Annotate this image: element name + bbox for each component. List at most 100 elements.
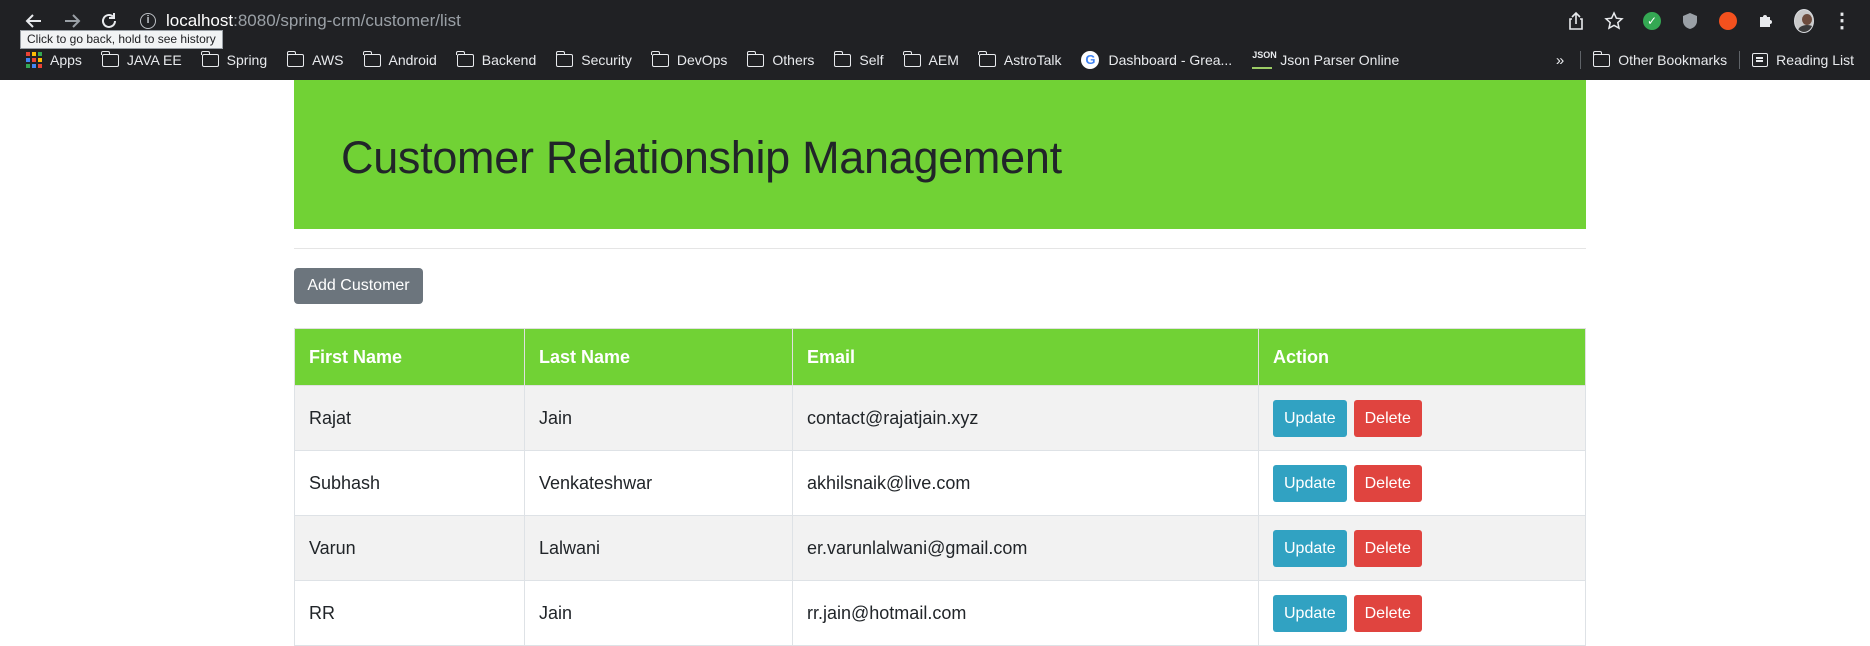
divider — [1580, 51, 1582, 69]
back-button-tooltip: Click to go back, hold to see history — [20, 30, 223, 49]
bookmark-label: Security — [581, 52, 632, 68]
bookmark-aws[interactable]: AWS — [286, 50, 344, 68]
bookmark-label: Self — [859, 52, 884, 68]
cell-last-name: Lalwani — [524, 515, 793, 581]
page-content: Customer Relationship Management Add Cus… — [0, 80, 1870, 646]
reading-list-icon — [1752, 53, 1769, 67]
menu-kebab-icon[interactable]: ⋮ — [1832, 11, 1852, 31]
column-header-last-name: Last Name — [524, 328, 793, 386]
cell-action: Update Delete — [1258, 580, 1586, 646]
column-header-first-name: First Name — [294, 328, 525, 386]
folder-icon — [746, 50, 765, 67]
bookmark-android[interactable]: Android — [363, 50, 437, 68]
cell-action: Update Delete — [1258, 385, 1586, 451]
update-button[interactable]: Update — [1273, 464, 1347, 502]
folder-icon — [1592, 50, 1611, 67]
folder-icon — [286, 50, 305, 67]
update-button[interactable]: Update — [1273, 529, 1347, 567]
bookmark-backend[interactable]: Backend — [456, 50, 537, 68]
bookmarks-overflow-chevron-icon[interactable]: » — [1556, 52, 1564, 69]
folder-icon — [903, 50, 921, 67]
cell-last-name: Jain — [524, 580, 793, 646]
folder-icon — [363, 50, 381, 67]
site-info-icon[interactable]: i — [140, 13, 156, 29]
table-row: Varun Lalwani er.varunlalwani@gmail.com … — [294, 515, 1586, 581]
browser-chrome: i localhost:8080/spring-crm/customer/lis… — [0, 0, 1870, 80]
bookmark-other-bookmarks[interactable]: Other Bookmarks — [1592, 50, 1728, 68]
bookmark-star-icon[interactable] — [1604, 11, 1624, 31]
delete-button[interactable]: Delete — [1353, 399, 1422, 437]
customer-table: First Name Last Name Email Action Rajat … — [294, 328, 1586, 646]
delete-button[interactable]: Delete — [1353, 464, 1422, 502]
bookmark-others[interactable]: Others — [746, 50, 815, 68]
cell-email: contact@rajatjain.xyz — [792, 385, 1259, 451]
bookmark-label: Backend — [481, 52, 537, 68]
bookmark-label: Android — [388, 52, 437, 68]
extension-check-icon[interactable]: ✓ — [1642, 11, 1662, 31]
cell-first-name: RR — [294, 580, 525, 646]
cell-action: Update Delete — [1258, 515, 1586, 581]
bookmark-label: AEM — [928, 52, 959, 68]
bookmark-label: Reading List — [1776, 52, 1854, 68]
reading-list-button[interactable]: Reading List — [1752, 52, 1854, 68]
folder-icon — [555, 50, 574, 67]
folder-icon — [201, 50, 219, 67]
update-button[interactable]: Update — [1273, 594, 1347, 632]
table-row: Rajat Jain contact@rajatjain.xyz Update … — [294, 385, 1586, 451]
cell-last-name: Jain — [524, 385, 793, 451]
profile-avatar[interactable] — [1794, 9, 1814, 33]
bookmarks-bar: Apps JAVA EE Spring AWS Android Backend … — [0, 44, 1870, 76]
cell-first-name: Varun — [294, 515, 525, 581]
bookmark-dashboard[interactable]: G Dashboard - Grea... — [1081, 51, 1232, 69]
delete-button[interactable]: Delete — [1353, 529, 1422, 567]
folder-icon — [978, 50, 996, 67]
bookmark-apps[interactable]: Apps — [26, 52, 82, 68]
bookmark-label: Apps — [50, 52, 82, 68]
page-title: Customer Relationship Management — [341, 132, 1062, 183]
url-path: :8080/spring-crm/customer/list — [233, 11, 461, 30]
extensions-puzzle-icon[interactable] — [1756, 11, 1776, 31]
bookmark-label: Dashboard - Grea... — [1108, 52, 1233, 68]
bookmark-aem[interactable]: AEM — [903, 50, 959, 68]
update-button[interactable]: Update — [1273, 399, 1347, 437]
bookmark-label: Others — [772, 52, 815, 68]
apps-grid-icon — [26, 52, 42, 68]
bookmark-astrotalk[interactable]: AstroTalk — [978, 50, 1061, 68]
toolbar-icons: ✓ ⋮ — [1566, 8, 1852, 34]
google-icon: G — [1081, 51, 1100, 69]
column-header-email: Email — [792, 328, 1259, 386]
bookmark-label: DevOps — [676, 52, 728, 68]
extension-shield-icon[interactable] — [1680, 11, 1700, 31]
cell-first-name: Subhash — [294, 450, 525, 516]
extension-hand-icon[interactable] — [1718, 11, 1738, 31]
add-customer-button[interactable]: Add Customer — [294, 268, 423, 304]
cell-first-name: Rajat — [294, 385, 525, 451]
url-host: localhost — [166, 11, 234, 30]
delete-button[interactable]: Delete — [1353, 594, 1422, 632]
bookmark-devops[interactable]: DevOps — [651, 50, 728, 68]
table-header-row: First Name Last Name Email Action — [294, 328, 1586, 386]
table-row: Subhash Venkateshwar akhilsnaik@live.com… — [294, 450, 1586, 516]
share-icon[interactable] — [1566, 11, 1586, 31]
cell-email: rr.jain@hotmail.com — [792, 580, 1259, 646]
bookmark-label: AWS — [312, 52, 344, 68]
bookmark-self[interactable]: Self — [833, 50, 884, 68]
bookmark-security[interactable]: Security — [555, 50, 632, 68]
page-header: Customer Relationship Management — [294, 80, 1586, 229]
cell-email: er.varunlalwani@gmail.com — [792, 515, 1259, 581]
bookmark-label: Json Parser Online — [1280, 52, 1400, 68]
table-row: RR Jain rr.jain@hotmail.com Update Delet… — [294, 580, 1586, 646]
bookmark-java-ee[interactable]: JAVA EE — [101, 50, 182, 68]
cell-action: Update Delete — [1258, 450, 1586, 516]
bookmark-label: Spring — [226, 52, 268, 68]
folder-icon — [456, 50, 474, 67]
json-icon: JSON — [1252, 51, 1277, 69]
cell-email: akhilsnaik@live.com — [792, 450, 1259, 516]
bookmark-spring[interactable]: Spring — [201, 50, 268, 68]
folder-icon — [833, 50, 852, 67]
bookmark-json-parser[interactable]: JSON Json Parser Online — [1252, 51, 1399, 69]
bookmarks-right: » Other Bookmarks Reading List — [1556, 44, 1854, 76]
folder-icon — [101, 50, 119, 67]
divider — [294, 248, 1586, 249]
bookmark-label: Other Bookmarks — [1618, 52, 1728, 68]
